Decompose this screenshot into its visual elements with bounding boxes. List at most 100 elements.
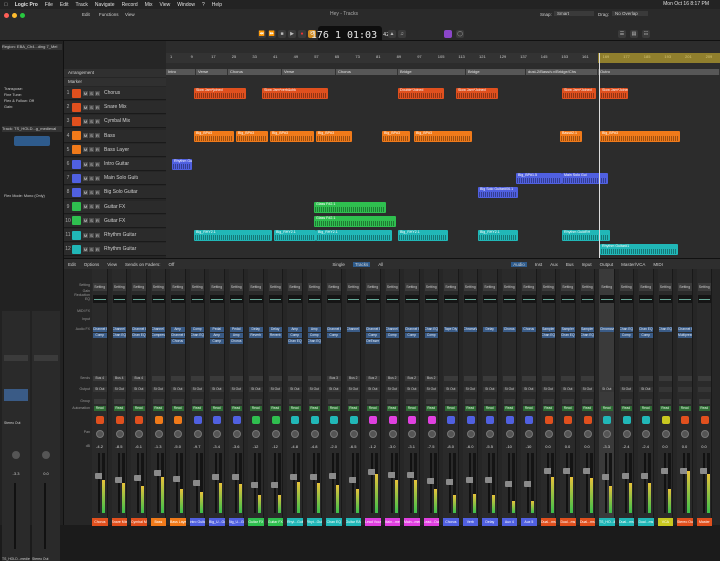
pan-knob[interactable] [661, 430, 670, 438]
pan-knob[interactable] [447, 430, 455, 438]
eq-thumbnail[interactable] [327, 295, 341, 303]
strip-output[interactable]: Stereo Out [4, 421, 28, 425]
strip-setting-button[interactable]: Setting [190, 283, 204, 291]
pan-knob[interactable] [525, 430, 533, 438]
eq-thumbnail[interactable] [541, 295, 555, 303]
filter-audio[interactable]: Audio [511, 261, 527, 267]
audio-fx-slot[interactable]: Amp [288, 327, 302, 332]
strip-setting-button[interactable]: Setting [444, 283, 458, 291]
group-slot[interactable] [581, 399, 593, 404]
track-name[interactable]: Intro Guitar [104, 161, 138, 167]
pan-knob[interactable] [42, 451, 50, 459]
strip-setting-button[interactable]: Setting [249, 283, 263, 291]
arrangement-marker[interactable]: Verse [196, 69, 228, 75]
strip-setting-button[interactable]: Setting [385, 283, 399, 291]
track-header[interactable]: 3 M S R Cymbal Mix [64, 115, 166, 129]
audio-fx-slot[interactable]: Compressor [151, 333, 165, 338]
arrangement-track-header[interactable]: Arrangement [64, 69, 166, 77]
group-slot[interactable] [94, 399, 106, 404]
audio-fx-slot[interactable]: Reverb [268, 333, 282, 338]
eq-thumbnail[interactable] [502, 295, 516, 303]
strip-setting-button[interactable]: Setting [229, 283, 243, 291]
audio-region[interactable]: Slow Jam*Joined [562, 88, 596, 99]
send-slot[interactable] [600, 376, 614, 381]
automation-mode[interactable]: Read [620, 406, 632, 411]
audio-region[interactable]: Slow Jam*Joined [456, 88, 498, 99]
group-slot[interactable] [308, 399, 320, 404]
strip-setting-button[interactable]: Setting [132, 283, 146, 291]
record-enable-button[interactable]: R [95, 104, 100, 110]
group-slot[interactable] [640, 399, 652, 404]
group-slot[interactable] [152, 399, 164, 404]
pan-knob[interactable] [12, 451, 20, 459]
send-slot[interactable] [229, 376, 243, 381]
automation-mode[interactable]: Read [445, 406, 457, 411]
automation-mode[interactable]: Read [113, 406, 125, 411]
filter-aux[interactable]: Aux [550, 262, 558, 267]
audio-region[interactable]: Slow Jam*verb&chk [262, 88, 328, 99]
audio-fx-slot[interactable]: Pedal [210, 327, 224, 332]
filter-master-vca[interactable]: Master/VCA [621, 262, 645, 267]
group-slot[interactable] [406, 399, 418, 404]
group-slot[interactable] [347, 399, 359, 404]
send-slot[interactable] [580, 376, 594, 381]
audio-fx-slot[interactable]: Channel EQ [678, 327, 692, 332]
menu-track[interactable]: Track [76, 2, 88, 8]
strip-setting-button[interactable]: Setting [151, 283, 165, 291]
send-slot[interactable] [522, 376, 536, 381]
volume-fader[interactable] [390, 453, 393, 513]
strip-setting-button[interactable]: Setting [268, 283, 282, 291]
arrangement-marker[interactable]: dust-2/Bass/v.v/Bridge/Chs [526, 69, 598, 75]
minimize-window-button[interactable] [12, 13, 17, 18]
output-slot[interactable]: St Out [151, 387, 165, 392]
audio-region[interactable]: Glass F#2.1 [314, 201, 386, 213]
audio-fx-slot[interactable]: Chan EQ [132, 333, 146, 338]
strip-setting-button[interactable]: Setting [483, 283, 497, 291]
solo-button[interactable]: S [89, 246, 94, 252]
strip-setting-button[interactable]: Setting [112, 283, 126, 291]
eq-thumbnail[interactable] [658, 295, 672, 303]
output-slot[interactable]: St Out [522, 387, 536, 392]
volume-fader[interactable] [293, 453, 295, 513]
send-slot[interactable]: Bus 4 [93, 376, 107, 381]
audio-fx-slot[interactable]: Channel EQ [405, 327, 419, 332]
solo-button[interactable]: S [89, 161, 94, 167]
menu-help[interactable]: Help [212, 2, 222, 8]
strip-setting-button[interactable] [34, 355, 58, 361]
record-enable-button[interactable]: R [95, 147, 100, 153]
volume-fader[interactable] [566, 453, 568, 513]
eq-thumbnail[interactable] [580, 295, 594, 303]
automation-mode[interactable]: Read [542, 406, 554, 411]
record-enable-button[interactable]: R [95, 218, 100, 224]
solo-button[interactable]: S [89, 175, 94, 181]
edit-menu[interactable]: Edit [82, 12, 90, 17]
group-slot[interactable] [211, 399, 223, 404]
mute-button[interactable]: M [83, 118, 88, 124]
mute-button[interactable]: M [83, 147, 88, 153]
pan-knob[interactable] [466, 430, 475, 438]
eq-thumbnail[interactable] [385, 295, 399, 303]
menu-file[interactable]: File [45, 2, 53, 8]
pan-knob[interactable] [174, 430, 182, 438]
audio-fx-slot[interactable]: Chorus [229, 339, 243, 344]
track-header[interactable]: 12 M S R Rhythm Guitar L [64, 243, 166, 257]
audio-fx-slot[interactable]: Comp [307, 333, 321, 338]
solo-button[interactable]: S [89, 133, 94, 139]
mute-button[interactable]: M [83, 189, 88, 195]
audio-fx-slot[interactable]: Chromaverb [600, 327, 614, 332]
apple-icon[interactable]:  [4, 2, 8, 8]
volume-fader[interactable] [312, 453, 315, 513]
pan-knob[interactable] [213, 430, 221, 438]
automation-mode[interactable]: Read [289, 406, 301, 411]
play-button[interactable]: ▶ [288, 30, 296, 38]
track-header[interactable]: 5 M S R Bass Layer [64, 143, 166, 157]
send-slot[interactable] [697, 376, 711, 381]
strip-setting-button[interactable]: Setting [639, 283, 653, 291]
snap-select[interactable]: Smart [554, 11, 594, 16]
audio-fx-slot[interactable]: Chorus [522, 327, 536, 332]
mixer-view-menu[interactable]: View [107, 262, 117, 267]
audio-fx-slot[interactable]: Channel EQ [366, 327, 380, 332]
audio-fx-slot[interactable]: Chan EQ [639, 327, 653, 332]
functions-menu[interactable]: Functions [99, 12, 119, 17]
output-slot[interactable]: St Out [229, 387, 243, 392]
